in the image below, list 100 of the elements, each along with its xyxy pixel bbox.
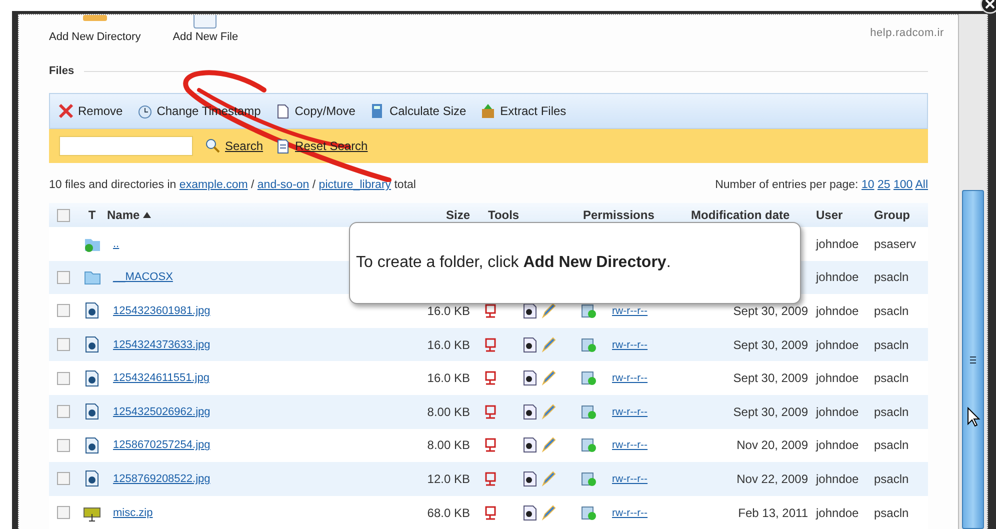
size-cell-text: 68.0 KB: [427, 506, 471, 520]
summary-text: 10 files and directories in example.com / and-so-on / picture_library total: [49, 179, 416, 191]
row-checkbox[interactable]: [56, 270, 70, 284]
pencil-icon: [540, 370, 556, 386]
date-cell-text: Nov 22, 2009: [736, 472, 809, 486]
row-checkbox[interactable]: [56, 338, 70, 352]
properties-icon: [483, 370, 499, 386]
permissions-icon: [580, 437, 596, 454]
pencil-icon: [540, 437, 556, 454]
row-checkbox[interactable]: [56, 372, 70, 385]
permissions-link[interactable]: rw-r--r--: [606, 372, 691, 384]
permissions-link[interactable]: rw-r--r--: [606, 304, 691, 317]
column-header: T: [88, 208, 96, 222]
column-header: User: [816, 208, 843, 222]
user-cell: johndoe: [816, 270, 859, 284]
file-name-link[interactable]: 1254324373633.jpg: [107, 338, 411, 351]
group-cell: psacln: [874, 506, 909, 520]
breadcrumb-link[interactable]: and-so-on: [257, 179, 310, 191]
user-cell: johndoe: [816, 304, 859, 318]
view-icon: [522, 504, 538, 521]
user-cell: johndoe: [816, 338, 859, 352]
image-file-icon: [85, 470, 99, 488]
box-icon: [480, 103, 496, 119]
size-cell-text: 16.0 KB: [427, 338, 471, 352]
image-file-icon: [85, 403, 99, 420]
file-name-link[interactable]: 1254324611551.jpg: [107, 372, 411, 384]
file-name-link[interactable]: 1258670257254.jpg: [107, 439, 411, 452]
select-all-checkbox[interactable]: [56, 208, 70, 222]
image-file-icon: [85, 302, 99, 320]
view-icon: [522, 470, 538, 487]
scrollbar[interactable]: [958, 14, 988, 529]
mouse-cursor-icon: [967, 407, 981, 427]
file-icon: [193, 15, 218, 29]
toolbar-button[interactable]: Calculate Size: [369, 103, 466, 119]
add-file-button[interactable]: Add New File: [172, 15, 238, 43]
file-name-link[interactable]: 1258769208522.jpg: [107, 472, 411, 485]
group-cell: psaserv: [874, 236, 916, 251]
group-cell: psacln: [874, 404, 909, 419]
permissions-icon: [580, 504, 596, 521]
column-header: Permissions: [582, 208, 654, 222]
size-cell-text: 16.0 KB: [427, 304, 471, 318]
per-page-link[interactable]: 25: [877, 179, 890, 191]
pencil-icon: [540, 504, 556, 521]
sort-arrow-icon: [142, 212, 151, 218]
permissions-link[interactable]: rw-r--r--: [606, 338, 691, 351]
search-link[interactable]: Search: [205, 138, 264, 154]
date-cell-text: Sept 30, 2009: [733, 338, 809, 352]
breadcrumb-link[interactable]: example.com: [179, 179, 248, 191]
file-name-link[interactable]: 1254323601981.jpg: [107, 304, 411, 317]
per-page-link[interactable]: 100: [893, 179, 913, 191]
permissions-icon: [580, 336, 596, 353]
size-cell-text: 8.00 KB: [427, 438, 471, 452]
document-icon: [275, 138, 292, 154]
group-cell: psacln: [874, 371, 909, 386]
per-page-link[interactable]: All: [915, 179, 928, 191]
per-page-link[interactable]: 10: [861, 179, 874, 191]
date-cell-text: Feb 13, 2011: [738, 506, 809, 520]
pencil-icon: [540, 336, 556, 353]
breadcrumb-link[interactable]: picture_library: [318, 179, 392, 191]
user-cell: johndoe: [816, 506, 859, 520]
column-header[interactable]: Name: [107, 208, 151, 222]
grip-icon: [970, 356, 976, 364]
view-icon: [522, 336, 538, 353]
remove-icon: [58, 103, 74, 119]
properties-icon: [483, 470, 499, 487]
row-checkbox[interactable]: [56, 472, 70, 486]
file-name-link[interactable]: 1254325026962.jpg: [107, 406, 411, 418]
permissions-link[interactable]: rw-r--r--: [606, 406, 691, 418]
column-header: Tools: [487, 208, 520, 222]
permissions-link[interactable]: rw-r--r--: [606, 439, 691, 452]
date-cell-text: Nov 20, 2009: [736, 438, 809, 452]
group-cell: psacln: [874, 270, 909, 284]
row-checkbox[interactable]: [56, 304, 70, 318]
toolbar-button[interactable]: Remove: [58, 103, 123, 119]
image-file-icon: [85, 336, 99, 354]
properties-icon: [483, 437, 499, 454]
permissions-icon: [580, 470, 596, 487]
scroll-thumb[interactable]: [962, 190, 984, 529]
permissions-link[interactable]: rw-r--r--: [606, 472, 691, 485]
add-directory-button[interactable]: Add New Directory: [49, 15, 141, 43]
user-cell: johndoe: [816, 404, 859, 419]
toolbar-button[interactable]: Copy/Move: [274, 103, 356, 119]
search-field[interactable]: [59, 136, 193, 156]
size-cell-text: 16.0 KB: [427, 371, 471, 386]
row-checkbox[interactable]: [56, 506, 70, 520]
row-checkbox[interactable]: [56, 405, 70, 418]
file-name-link[interactable]: misc.zip: [107, 506, 411, 519]
size-cell-text: 12.0 KB: [427, 472, 471, 486]
date-cell-text: Sept 30, 2009: [733, 404, 809, 419]
group-cell: psacln: [874, 438, 909, 452]
view-icon: [522, 404, 538, 420]
date-cell-text: Sept 30, 2009: [733, 371, 809, 386]
properties-icon: [483, 302, 499, 319]
permissions-icon: [580, 370, 596, 386]
image-file-icon: [85, 436, 99, 454]
column-header: Size: [446, 208, 471, 222]
row-checkbox[interactable]: [56, 438, 70, 452]
permissions-link[interactable]: rw-r--r--: [606, 506, 691, 519]
toolbar-button[interactable]: Extract Files: [480, 103, 566, 119]
permissions-icon: [580, 302, 596, 319]
